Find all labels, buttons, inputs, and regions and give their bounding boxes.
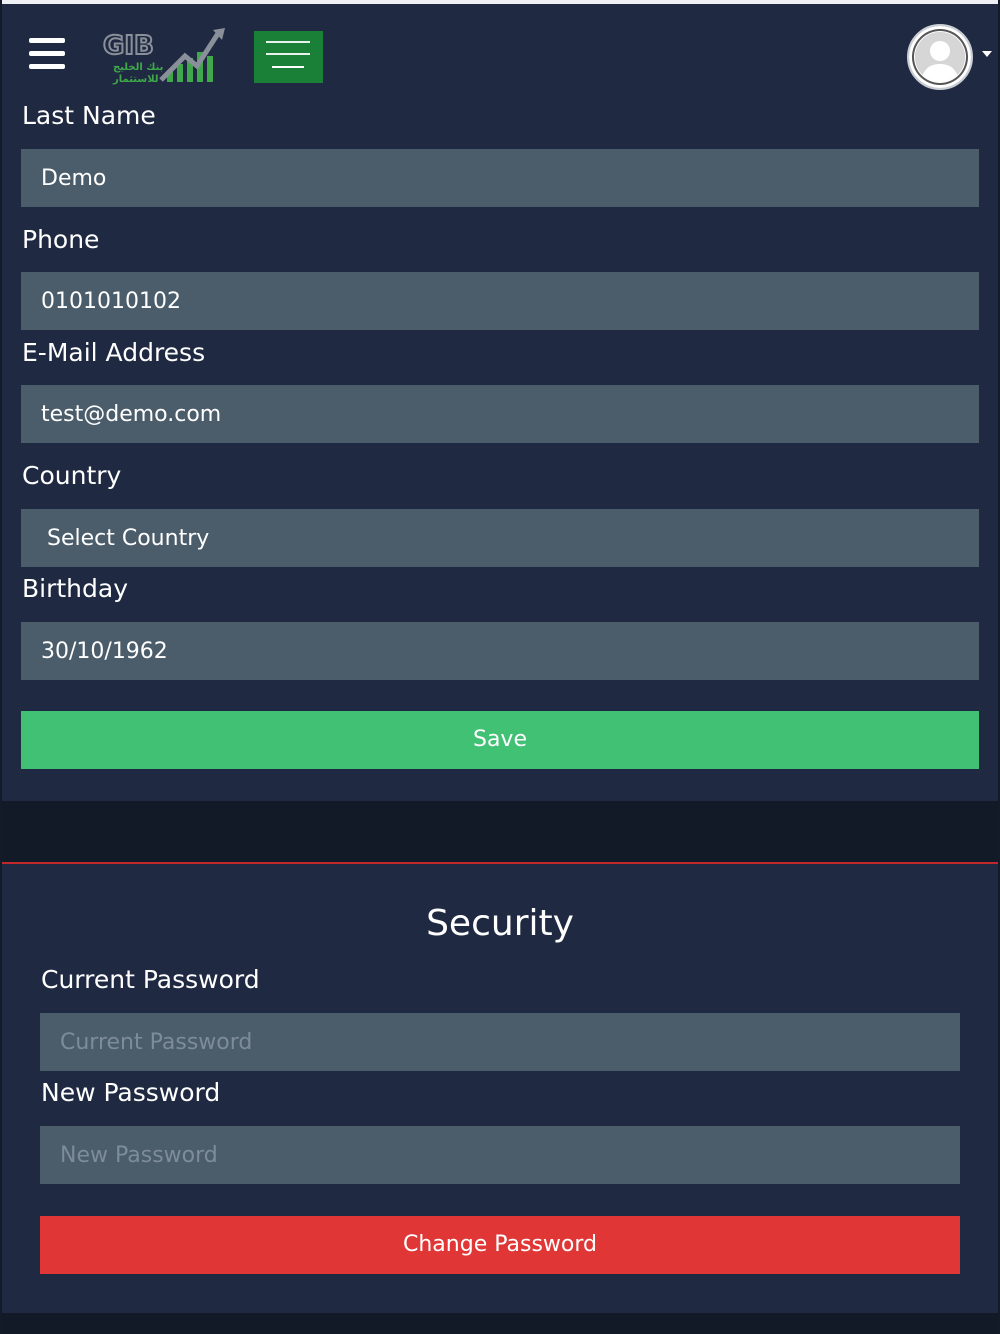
section-separator	[2, 801, 998, 863]
flag-script	[266, 41, 310, 55]
save-button[interactable]: Save	[21, 711, 979, 769]
user-avatar-icon[interactable]	[907, 24, 973, 90]
avatar-silhouette	[915, 32, 965, 82]
hamburger-menu-icon[interactable]	[29, 38, 65, 72]
phone-label: Phone	[22, 225, 100, 254]
country-select[interactable]: Select Country	[21, 509, 979, 567]
top-edge	[2, 0, 998, 4]
section-divider-line	[2, 862, 998, 864]
change-password-button[interactable]: Change Password	[40, 1216, 960, 1274]
last-name-field[interactable]	[21, 149, 979, 207]
current-password-label: Current Password	[41, 965, 260, 994]
country-label: Country	[22, 461, 122, 490]
flag-sword	[272, 66, 304, 68]
current-password-field[interactable]	[40, 1013, 960, 1071]
page: GIB بنك الخليج للاستثمار Last Name Demo …	[2, 0, 998, 1334]
logo-arabic-line-1: بنك الخليج	[113, 62, 163, 73]
top-navbar: GIB بنك الخليج للاستثمار	[2, 0, 998, 108]
new-password-label: New Password	[41, 1078, 221, 1107]
birthday-field[interactable]	[21, 622, 979, 680]
saudi-arabia-flag[interactable]	[254, 31, 323, 83]
footer-band	[2, 1313, 998, 1334]
email-field[interactable]	[21, 385, 979, 443]
email-label: E-Mail Address	[22, 338, 206, 367]
country-select-value: Select Country	[47, 525, 210, 551]
caret-down-icon[interactable]	[982, 51, 992, 57]
logo-brand-text: GIB	[103, 31, 154, 61]
last-name-label: Last Name	[22, 101, 156, 130]
gib-logo[interactable]: GIB بنك الخليج للاستثمار	[101, 26, 227, 86]
security-title: Security	[426, 903, 574, 944]
phone-field[interactable]	[21, 272, 979, 330]
birthday-label: Birthday	[22, 574, 129, 603]
logo-arabic-line-2: للاستثمار	[112, 74, 159, 85]
new-password-field[interactable]	[40, 1126, 960, 1184]
